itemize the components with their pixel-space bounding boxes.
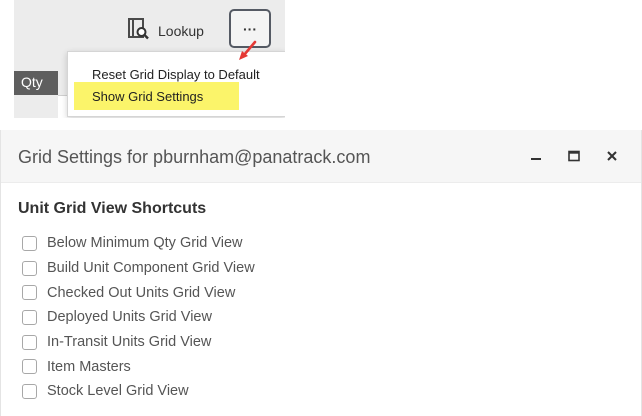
minimize-icon — [531, 158, 541, 160]
shortcut-label: Checked Out Units Grid View — [47, 284, 236, 301]
ellipsis-icon: ··· — [243, 20, 257, 37]
section-title: Unit Grid View Shortcuts — [18, 200, 207, 217]
shortcut-below-minimum-qty[interactable]: Below Minimum Qty Grid View — [22, 231, 422, 256]
checkbox[interactable] — [22, 260, 37, 276]
lookup-book-magnifier-icon — [126, 17, 150, 46]
shortcut-stock-level[interactable]: Stock Level Grid View — [22, 379, 422, 404]
shortcut-label: Deployed Units Grid View — [47, 309, 212, 326]
close-button[interactable] — [600, 144, 624, 168]
toolbar-area: Qty Lookup ··· Reset Grid Display to Def… — [14, 0, 285, 118]
dialog-header: Grid Settings for pburnham@panatrack.com — [1, 130, 641, 183]
shortcut-item-masters[interactable]: Item Masters — [22, 354, 422, 379]
checkbox[interactable] — [22, 309, 37, 325]
close-icon — [607, 151, 617, 161]
checkbox[interactable] — [22, 235, 37, 251]
lookup-label: Lookup — [158, 23, 204, 39]
checkbox[interactable] — [22, 285, 37, 301]
shortcut-in-transit-units[interactable]: In-Transit Units Grid View — [22, 330, 422, 355]
dialog-title: Grid Settings for pburnham@panatrack.com — [18, 147, 371, 167]
shortcut-build-unit-component[interactable]: Build Unit Component Grid View — [22, 256, 422, 281]
grid-column-header-qty[interactable]: Qty — [14, 71, 58, 95]
shortcut-label: Build Unit Component Grid View — [47, 260, 255, 277]
lookup-button[interactable]: Lookup — [126, 16, 204, 46]
minimize-button[interactable] — [524, 144, 548, 168]
checkbox[interactable] — [22, 334, 37, 350]
shortcut-deployed-units[interactable]: Deployed Units Grid View — [22, 305, 422, 330]
shortcut-label: Stock Level Grid View — [47, 383, 189, 400]
shortcut-label: In-Transit Units Grid View — [47, 334, 212, 351]
qty-header-label: Qty — [21, 74, 43, 90]
shortcut-label: Item Masters — [47, 358, 131, 375]
checkbox[interactable] — [22, 359, 37, 375]
grid-settings-dialog: Grid Settings for pburnham@panatrack.com… — [0, 130, 642, 416]
menu-item-label: Reset Grid Display to Default — [92, 67, 260, 82]
shortcut-label: Below Minimum Qty Grid View — [47, 235, 243, 252]
maximize-icon — [568, 150, 580, 162]
menu-item-show-grid-settings[interactable]: Show Grid Settings — [74, 82, 239, 110]
menu-item-label: Show Grid Settings — [92, 89, 204, 104]
checkbox[interactable] — [22, 383, 37, 399]
shortcut-checked-out-units[interactable]: Checked Out Units Grid View — [22, 280, 422, 305]
annotation-arrow-icon — [239, 40, 257, 60]
shortcut-list: Below Minimum Qty Grid View Build Unit C… — [22, 231, 422, 404]
maximize-button[interactable] — [562, 144, 586, 168]
